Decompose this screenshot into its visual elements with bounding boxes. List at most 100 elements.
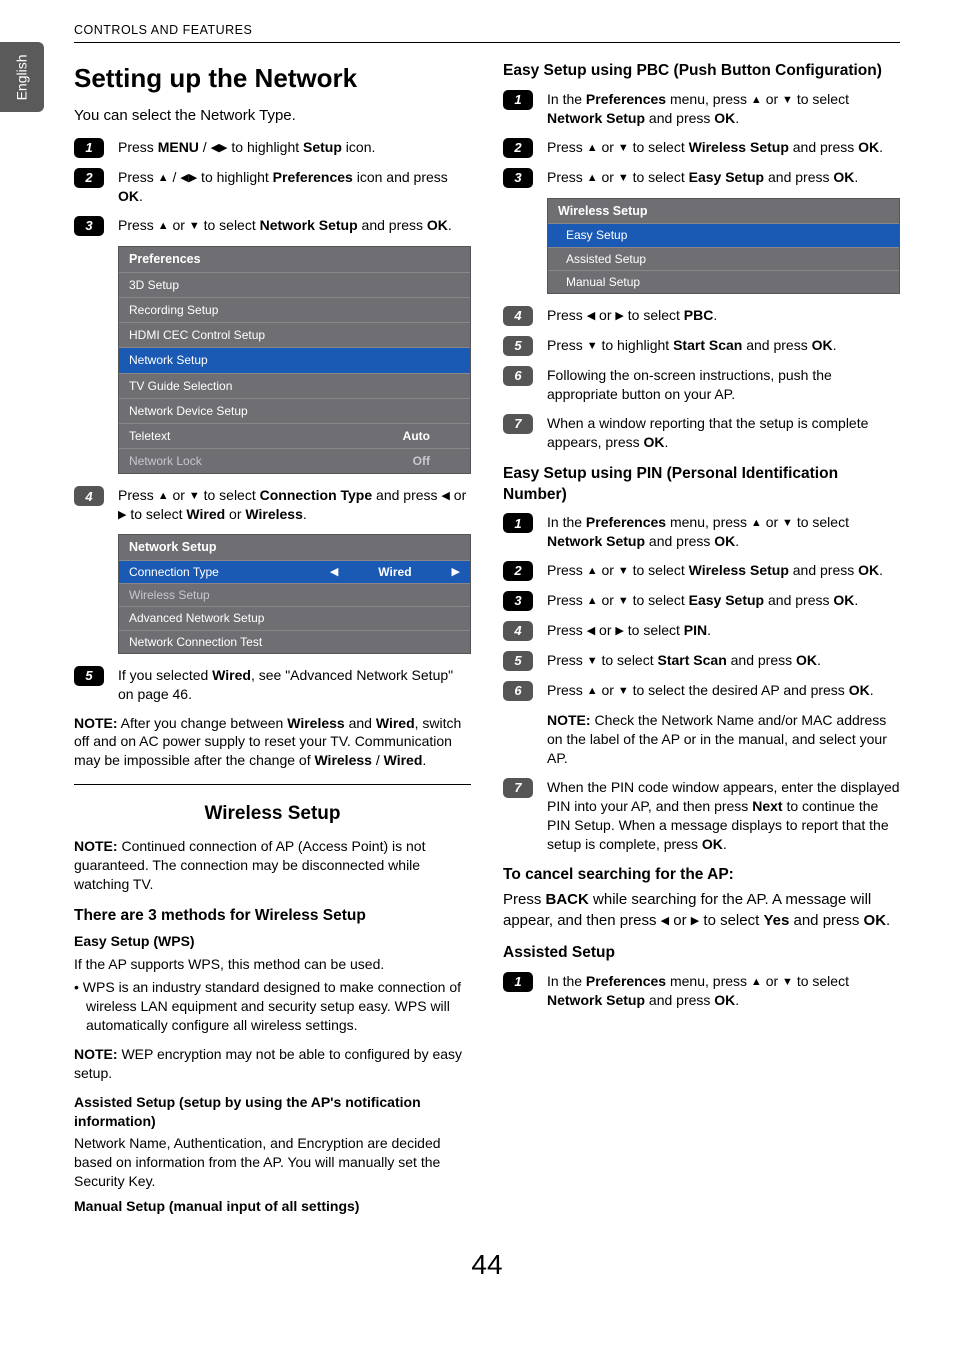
step-text: Press ▼ to select Start Scan and press O… <box>547 651 900 670</box>
step-text: When a window reporting that the setup i… <box>547 414 900 452</box>
up-arrow-icon: ▲ <box>587 594 598 609</box>
step-badge: 5 <box>503 336 533 356</box>
up-arrow-icon: ▲ <box>587 171 598 186</box>
up-arrow-icon: ▲ <box>751 93 762 108</box>
lr-arrows-icon: ◀▶ <box>180 171 197 186</box>
osd-row-selected: Easy Setup <box>548 223 899 246</box>
down-arrow-icon: ▼ <box>782 93 793 108</box>
osd-row: TV Guide Selection <box>119 373 470 398</box>
step-badge: 2 <box>503 138 533 158</box>
step-badge: 5 <box>503 651 533 671</box>
step-2: 2 Press ▲ / ◀▶ to highlight Preferences … <box>74 168 471 206</box>
step-text: In the Preferences menu, press ▲ or ▼ to… <box>547 513 900 551</box>
step-text: Press ▲ or ▼ to select Connection Type a… <box>118 486 471 524</box>
easy-setup-wps-heading: Easy Setup (WPS) <box>74 932 471 951</box>
step-badge: 7 <box>503 414 533 434</box>
right-arrow-icon: ▶ <box>615 309 623 324</box>
left-column: Setting up the Network You can select th… <box>74 61 471 1218</box>
pbc-step-5: 5 Press ▼ to highlight Start Scan and pr… <box>503 336 900 356</box>
bullet-list: WPS is an industry standard designed to … <box>74 978 471 1035</box>
pbc-step-1: 1 In the Preferences menu, press ▲ or ▼ … <box>503 90 900 128</box>
step-badge: 4 <box>503 306 533 326</box>
step-text: Press ▲ or ▼ to select Wireless Setup an… <box>547 561 900 580</box>
pin-step-2: 2 Press ▲ or ▼ to select Wireless Setup … <box>503 561 900 581</box>
down-arrow-icon: ▼ <box>189 219 200 234</box>
left-arrow-icon: ◀ <box>587 309 595 324</box>
osd-row: Assisted Setup <box>548 247 899 270</box>
step-text: Press ▲ or ▼ to select Wireless Setup an… <box>547 138 900 157</box>
left-arrow-icon: ◀ <box>661 914 669 929</box>
step-badge: 6 <box>503 366 533 386</box>
step-badge: 1 <box>503 972 533 992</box>
right-column: Easy Setup using PBC (Push Button Config… <box>503 61 900 1218</box>
paragraph: If the AP supports WPS, this method can … <box>74 955 471 974</box>
down-arrow-icon: ▼ <box>782 975 793 990</box>
step-badge: 4 <box>503 621 533 641</box>
step-text: Press ▲ or ▼ to select Network Setup and… <box>118 216 471 235</box>
step-text: Following the on-screen instructions, pu… <box>547 366 900 404</box>
step-text: Press ▲ / ◀▶ to highlight Preferences ic… <box>118 168 471 206</box>
left-arrow-icon: ◀ <box>330 565 338 580</box>
osd-row-selected: Connection Type ◀Wired▶ <box>119 560 470 583</box>
osd-row: Network Device Setup <box>119 398 470 423</box>
step-text: In the Preferences menu, press ▲ or ▼ to… <box>547 90 900 128</box>
right-arrow-icon: ▶ <box>118 508 126 523</box>
osd-row-selected: Network Setup <box>119 347 470 372</box>
up-arrow-icon: ▲ <box>587 564 598 579</box>
pbc-step-3: 3 Press ▲ or ▼ to select Easy Setup and … <box>503 168 900 188</box>
step-1: 1 Press MENU / ◀▶ to highlight Setup ico… <box>74 138 471 158</box>
step-badge: 2 <box>74 168 104 188</box>
osd-row: Recording Setup <box>119 297 470 322</box>
pin-step-6: 6 Press ▲ or ▼ to select the desired AP … <box>503 681 900 701</box>
note-block: NOTE: After you change between Wireless … <box>74 714 471 771</box>
note-block: NOTE: Check the Network Name and/or MAC … <box>547 711 900 768</box>
osd-row: Advanced Network Setup <box>119 606 470 629</box>
step-text: When the PIN code window appears, enter … <box>547 778 900 854</box>
step-badge: 1 <box>503 90 533 110</box>
down-arrow-icon: ▼ <box>618 594 629 609</box>
step-badge: 2 <box>503 561 533 581</box>
step-badge: 7 <box>503 778 533 798</box>
pin-step-5: 5 Press ▼ to select Start Scan and press… <box>503 651 900 671</box>
pbc-step-2: 2 Press ▲ or ▼ to select Wireless Setup … <box>503 138 900 158</box>
language-tab: English <box>0 42 44 112</box>
step-text: Press ▲ or ▼ to select Easy Setup and pr… <box>547 591 900 610</box>
step-text: Press ▲ or ▼ to select the desired AP an… <box>547 681 900 700</box>
page-number: 44 <box>74 1246 900 1284</box>
cancel-heading: To cancel searching for the AP: <box>503 865 900 886</box>
pin-step-3: 3 Press ▲ or ▼ to select Easy Setup and … <box>503 591 900 611</box>
pbc-step-4: 4 Press ◀ or ▶ to select PBC. <box>503 306 900 326</box>
list-item: WPS is an industry standard designed to … <box>74 978 471 1035</box>
note-block: NOTE: Continued connection of AP (Access… <box>74 837 471 894</box>
pbc-step-7: 7 When a window reporting that the setup… <box>503 414 900 452</box>
step-text: In the Preferences menu, press ▲ or ▼ to… <box>547 972 900 1010</box>
osd-preferences: Preferences 3D Setup Recording Setup HDM… <box>118 246 471 474</box>
step-badge: 3 <box>74 216 104 236</box>
section-bar: CONTROLS AND FEATURES <box>74 22 900 43</box>
step-badge: 1 <box>503 513 533 533</box>
pin-heading: Easy Setup using PIN (Personal Identific… <box>503 464 900 506</box>
lr-arrows-icon: ◀▶ <box>211 141 228 156</box>
pbc-step-6: 6 Following the on-screen instructions, … <box>503 366 900 404</box>
osd-row-disabled: Network LockOff <box>119 448 470 473</box>
step-badge: 6 <box>503 681 533 701</box>
step-text: If you selected Wired, see "Advanced Net… <box>118 666 471 704</box>
assisted2-step-1: 1 In the Preferences menu, press ▲ or ▼ … <box>503 972 900 1010</box>
osd-title: Preferences <box>119 247 470 272</box>
down-arrow-icon: ▼ <box>618 141 629 156</box>
osd-row: HDMI CEC Control Setup <box>119 322 470 347</box>
paragraph: Network Name, Authentication, and Encryp… <box>74 1134 471 1191</box>
down-arrow-icon: ▼ <box>618 564 629 579</box>
osd-row: Network Connection Test <box>119 630 470 653</box>
down-arrow-icon: ▼ <box>618 171 629 186</box>
step-text: Press ◀ or ▶ to select PBC. <box>547 306 900 325</box>
right-arrow-icon: ▶ <box>615 624 623 639</box>
manual-setup-heading: Manual Setup (manual input of all settin… <box>74 1197 471 1216</box>
page-title: Setting up the Network <box>74 61 471 96</box>
down-arrow-icon: ▼ <box>618 684 629 699</box>
assisted-setup-heading: Assisted Setup (setup by using the AP's … <box>74 1093 471 1131</box>
pin-step-1: 1 In the Preferences menu, press ▲ or ▼ … <box>503 513 900 551</box>
step-text: Press ▲ or ▼ to select Easy Setup and pr… <box>547 168 900 187</box>
step-5: 5 If you selected Wired, see "Advanced N… <box>74 666 471 704</box>
step-badge: 1 <box>74 138 104 158</box>
